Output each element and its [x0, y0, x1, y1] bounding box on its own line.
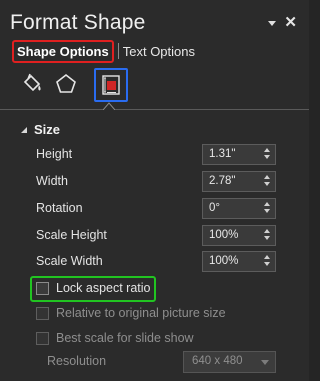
resolution-label: Resolution: [47, 354, 107, 368]
pane-title: Format Shape: [10, 11, 146, 34]
scale-width-value: 100%: [209, 255, 239, 267]
pane-controls: ✕: [268, 15, 297, 30]
best-scale-label: Best scale for slide show: [56, 331, 194, 345]
scale-width-input[interactable]: 100%: [202, 251, 276, 272]
format-shape-pane: Format Shape ✕ Shape Options Text Option…: [0, 0, 309, 381]
width-value: 2.78": [209, 175, 236, 187]
tab-shape-options[interactable]: Shape Options: [12, 39, 114, 63]
lock-aspect-checkbox[interactable]: Lock aspect ratio: [36, 278, 151, 298]
close-icon[interactable]: ✕: [284, 15, 297, 30]
size-properties-icon: [102, 75, 120, 95]
height-spinner[interactable]: [264, 148, 270, 159]
options-tabs: Shape Options Text Options: [12, 39, 199, 63]
scale-width-spinner[interactable]: [264, 255, 270, 266]
tab-text-options[interactable]: Text Options: [123, 41, 199, 62]
height-input[interactable]: 1.31": [202, 144, 276, 165]
rotation-label: Rotation: [36, 201, 83, 215]
scale-height-value: 100%: [209, 229, 239, 241]
height-value: 1.31": [209, 148, 236, 160]
best-scale-checkbox-box: [36, 331, 49, 345]
collapse-triangle-icon: [21, 126, 27, 133]
size-properties-button[interactable]: [94, 68, 128, 102]
size-section-label: Size: [34, 122, 61, 137]
selected-pointer-icon: [103, 102, 115, 110]
category-icons: [0, 68, 309, 110]
scale-height-spinner[interactable]: [264, 229, 270, 240]
relative-original-checkbox: Relative to original picture size: [36, 303, 226, 323]
size-section-header[interactable]: Size: [20, 122, 60, 137]
pane-options-dropdown-icon[interactable]: [268, 20, 277, 26]
rotation-value: 0°: [209, 202, 220, 214]
fill-line-button[interactable]: [16, 68, 48, 100]
resolution-select: 640 x 480: [183, 351, 276, 373]
relative-original-checkbox-box: [36, 306, 49, 320]
paint-bucket-icon: [23, 73, 41, 92]
width-label: Width: [36, 174, 68, 188]
chevron-down-icon: [261, 360, 269, 365]
height-label: Height: [36, 147, 73, 161]
lock-aspect-label: Lock aspect ratio: [56, 281, 151, 295]
relative-original-label: Relative to original picture size: [56, 306, 226, 320]
effects-button[interactable]: [50, 68, 82, 100]
best-scale-checkbox: Best scale for slide show: [36, 328, 194, 348]
scale-height-input[interactable]: 100%: [202, 225, 276, 246]
tab-divider: [117, 43, 119, 59]
resolution-value: 640 x 480: [192, 355, 243, 367]
width-spinner[interactable]: [264, 175, 270, 186]
scale-width-label: Scale Width: [36, 254, 103, 268]
width-input[interactable]: 2.78": [202, 171, 276, 192]
scale-height-label: Scale Height: [36, 228, 107, 242]
rotation-input[interactable]: 0°: [202, 198, 276, 219]
pentagon-icon: [56, 73, 76, 93]
icons-divider: [0, 109, 309, 110]
rotation-spinner[interactable]: [264, 202, 270, 213]
lock-aspect-checkbox-box[interactable]: [36, 281, 49, 295]
